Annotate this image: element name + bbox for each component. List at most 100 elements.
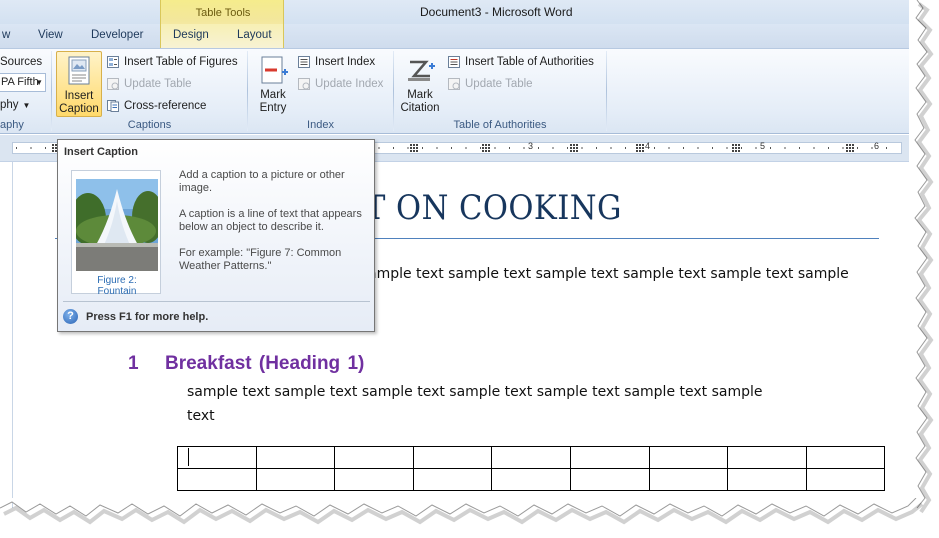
table-cell[interactable]	[334, 446, 414, 469]
update-table-of-authorities-button[interactable]: Update Table	[447, 75, 533, 93]
tab-layout-ctx[interactable]: Layout	[237, 29, 272, 41]
insert-table-of-figures-label: Insert Table of Figures	[124, 56, 238, 68]
tooltip-desc-2: A caption is a line of text that appears…	[179, 208, 362, 233]
body-paragraph-2-line-1[interactable]: sample text sample text sample text samp…	[187, 384, 763, 400]
table-cell[interactable]	[255, 446, 336, 469]
mark-entry-label: Mark Entry	[259, 89, 287, 114]
group-label-index: Index	[307, 119, 334, 131]
text-cursor	[188, 448, 189, 466]
insert-table-of-authorities-button[interactable]: Insert Table of Authorities	[447, 53, 594, 71]
sources-label: Sources	[0, 56, 43, 68]
ruler-mark: 3	[528, 141, 534, 151]
table-cell[interactable]	[569, 468, 650, 491]
heading-number[interactable]: 1	[128, 353, 139, 375]
group-separator	[606, 51, 607, 131]
update-table-icon	[107, 78, 119, 90]
cross-reference-label: Cross-reference	[124, 100, 207, 112]
table-row	[177, 468, 886, 491]
update-table-of-authorities-label: Update Table	[465, 78, 533, 90]
table-cell[interactable]	[648, 446, 729, 469]
tooltip-desc-1: Add a caption to a picture or other imag…	[179, 169, 345, 194]
update-table-button[interactable]: Update Table	[106, 75, 192, 93]
mark-citation-icon	[408, 60, 435, 81]
cross-reference-icon	[107, 100, 119, 112]
table-cell[interactable]	[805, 468, 886, 491]
tab-review[interactable]: w	[2, 29, 10, 41]
table-tools-label: Table Tools	[195, 7, 251, 19]
title-bar: Document3 - Microsoft Word	[0, 0, 916, 24]
torn-edge-bottom	[0, 498, 924, 525]
chevron-down-icon: ▼	[22, 100, 31, 110]
group-label-citations: aphy	[0, 119, 24, 131]
table-cell[interactable]	[491, 446, 571, 469]
table-cell[interactable]	[412, 446, 493, 469]
mark-entry-icon	[261, 56, 288, 84]
tab-view[interactable]: View	[38, 29, 63, 41]
torn-edge-right	[909, 0, 934, 514]
update-index-icon	[298, 78, 310, 90]
ribbon-tab-row: w View Developer Design Layout	[0, 24, 916, 48]
insert-caption-button[interactable]: Insert Caption	[56, 51, 102, 117]
body-paragraph-1[interactable]: ample text sample text sample text sampl…	[368, 266, 849, 282]
insert-index-label: Insert Index	[315, 56, 376, 68]
cross-reference-button[interactable]: Cross-reference	[106, 97, 206, 115]
table-cell[interactable]	[805, 446, 886, 469]
heading-1[interactable]: Breakfast (Heading 1)	[165, 353, 364, 375]
update-index-label: Update Index	[315, 78, 384, 90]
document-title[interactable]: T ON COOKING	[365, 188, 622, 228]
ruler-mark: 5	[760, 141, 766, 151]
help-icon: ?	[63, 309, 78, 324]
insert-index-icon	[298, 56, 310, 68]
table-cell[interactable]	[491, 468, 571, 491]
insert-caption-icon	[68, 56, 90, 85]
tab-developer[interactable]: Developer	[91, 29, 143, 41]
table-cell[interactable]	[334, 468, 414, 491]
insert-caption-label: Insert Caption	[59, 90, 99, 115]
table-cell[interactable]	[648, 468, 729, 491]
bibliography-label: phy	[0, 99, 19, 111]
insert-table-of-figures-button[interactable]: Insert Table of Figures	[106, 53, 238, 71]
table-of-authorities-icon	[448, 56, 460, 68]
bibliography-button[interactable]: phy ▼	[0, 96, 30, 114]
tooltip-description: Add a caption to a picture or other imag…	[179, 169, 369, 286]
mark-citation-label: Mark Citation	[400, 89, 440, 114]
table-cell[interactable]	[569, 446, 650, 469]
table-cell[interactable]	[177, 446, 257, 469]
tooltip-desc-3: For example: "Figure 7: Common Weather P…	[179, 247, 342, 272]
table-cell[interactable]	[727, 468, 807, 491]
table-row	[177, 446, 886, 469]
tooltip-image-caption: Figure 2: Fountain	[97, 275, 137, 297]
ruler-mark: 4	[645, 141, 651, 151]
window-title: Document3 - Microsoft Word	[420, 5, 573, 19]
word-window: Document3 - Microsoft Word Table Tools w…	[0, 0, 916, 508]
update-index-button[interactable]: Update Index	[297, 75, 383, 93]
body-paragraph-2-line-2[interactable]: text	[187, 408, 215, 424]
table-cell[interactable]	[727, 446, 807, 469]
citation-style-combo[interactable]: PA Fifth ▼	[0, 73, 46, 92]
tooltip-separator	[63, 301, 370, 302]
citation-style-value: PA Fifth	[1, 76, 39, 88]
table-cell[interactable]	[177, 468, 257, 491]
fountain-image	[76, 179, 158, 271]
tooltip-example-image: Figure 2: Fountain	[71, 170, 161, 297]
document-table[interactable]	[177, 446, 886, 491]
table-of-figures-icon	[107, 56, 119, 68]
table-tools-tab-background: Design Layout	[160, 24, 284, 48]
insert-index-button[interactable]: Insert Index	[297, 53, 375, 71]
table-cell[interactable]	[412, 468, 493, 491]
ruler-mark: 6	[874, 141, 880, 151]
update-table-icon	[448, 78, 460, 90]
group-label-captions: Captions	[127, 119, 172, 131]
tab-design-ctx[interactable]: Design	[173, 29, 209, 41]
tooltip-title: Insert Caption	[64, 146, 138, 158]
mark-citation-button[interactable]: Mark Citation	[397, 51, 443, 117]
tooltip-help-text: Press F1 for more help.	[86, 311, 209, 323]
insert-caption-tooltip: Insert Caption Figure 2: Fountain Add a …	[57, 139, 375, 332]
manage-sources-button[interactable]: Sources	[0, 53, 42, 71]
chevron-down-icon: ▼	[35, 78, 43, 87]
update-table-label: Update Table	[124, 78, 192, 90]
group-label-table-of-authorities: Table of Authorities	[453, 119, 547, 131]
table-cell[interactable]	[255, 468, 336, 491]
mark-entry-button[interactable]: Mark Entry	[250, 51, 296, 117]
insert-table-of-authorities-label: Insert Table of Authorities	[465, 56, 594, 68]
